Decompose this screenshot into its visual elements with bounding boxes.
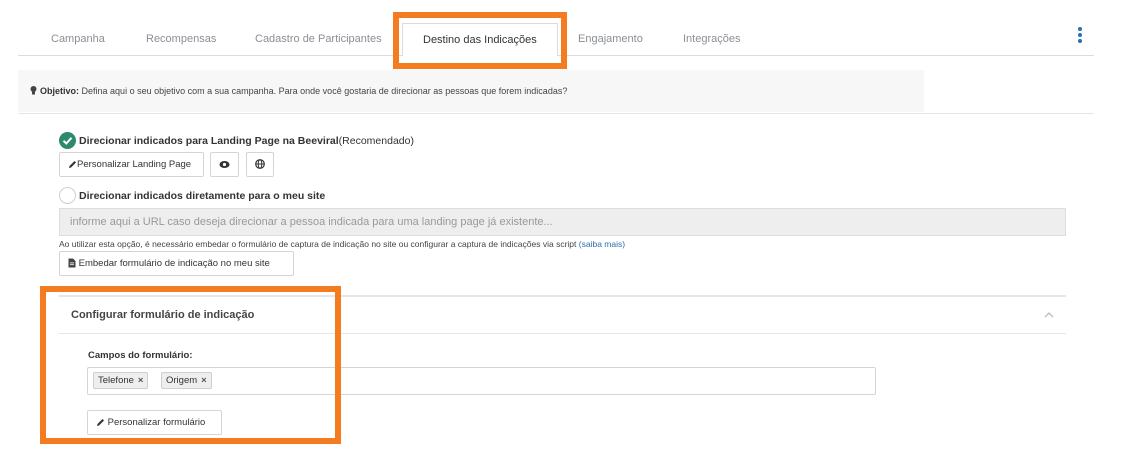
embed-form-label: Embedar formulário de indicação no meu s…: [78, 258, 270, 269]
eye-icon: [219, 161, 230, 168]
tab-campanha[interactable]: Campanha: [51, 16, 105, 56]
option-landing-suffix: (Recomendado): [338, 135, 414, 147]
customize-landing-label: Personalizar Landing Page: [77, 159, 192, 170]
option-site-label: Direcionar indicados diretamente para o …: [79, 190, 325, 202]
radio-landing-page[interactable]: [59, 132, 76, 149]
embed-hint: Ao utilizar esta opção, é necessário emb…: [59, 239, 625, 249]
kebab-menu-icon[interactable]: [1077, 27, 1083, 45]
tab-recompensas[interactable]: Recompensas: [146, 16, 216, 56]
objective-banner: Objetivo: Defina aqui o seu objetivo com…: [18, 70, 924, 112]
site-url-input[interactable]: informe aqui a URL caso deseja direciona…: [59, 208, 1066, 236]
divider: [18, 113, 1094, 114]
lightbulb-icon: [30, 86, 37, 95]
globe-icon: [255, 159, 265, 169]
objective-text: Defina aqui o seu objetivo com a sua cam…: [81, 86, 568, 96]
tab-engajamento[interactable]: Engajamento: [578, 16, 643, 56]
highlight-box-form: [40, 286, 341, 444]
highlight-box-tab: [393, 12, 567, 69]
tab-cadastro-participantes[interactable]: Cadastro de Participantes: [255, 16, 382, 56]
pencil-icon: [69, 161, 76, 168]
objective-prefix: Objetivo:: [40, 86, 80, 96]
learn-more-link[interactable]: (saiba mais): [579, 239, 625, 249]
option-landing-label: Direcionar indicados para Landing Page n…: [79, 135, 414, 147]
customize-landing-button[interactable]: Personalizar Landing Page: [59, 152, 204, 177]
option-landing-text: Direcionar indicados para Landing Page n…: [79, 135, 339, 147]
preview-button[interactable]: [210, 152, 239, 177]
tab-integracoes[interactable]: Integrações: [683, 16, 740, 56]
check-icon: [62, 137, 73, 145]
radio-own-site[interactable]: [59, 187, 76, 204]
embed-form-button[interactable]: Embedar formulário de indicação no meu s…: [59, 251, 294, 276]
embed-hint-text: Ao utilizar esta opção, é necessário emb…: [59, 239, 577, 249]
option-site-text: Direcionar indicados diretamente para o …: [79, 190, 326, 202]
chevron-up-icon[interactable]: [1044, 311, 1054, 318]
publish-button[interactable]: [246, 152, 274, 177]
file-icon: [68, 258, 76, 268]
